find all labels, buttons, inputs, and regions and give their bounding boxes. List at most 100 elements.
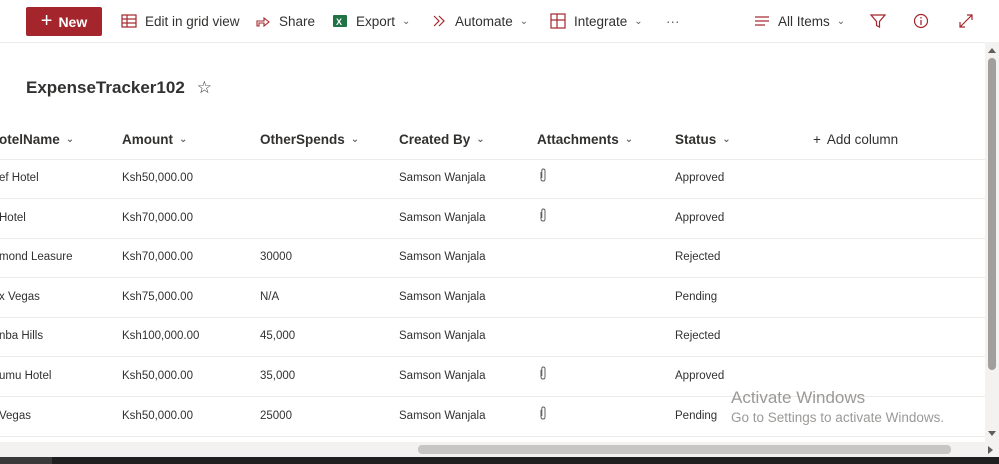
column-header-otherspends[interactable]: OtherSpends ⌄: [260, 132, 359, 147]
taskbar: [0, 457, 999, 464]
cell-hotel[interactable]: Hotel: [0, 212, 26, 224]
cell-created-by: Samson Wanjala: [399, 172, 486, 184]
activate-windows-subtitle: Go to Settings to activate Windows.: [731, 410, 945, 425]
cell-other: 45,000: [260, 330, 296, 343]
plus-icon: +: [813, 132, 821, 147]
cell-hotel[interactable]: ef Hotel: [0, 172, 39, 184]
cell-status: Approved: [675, 172, 725, 184]
chevron-down-icon: ⌄: [179, 134, 188, 145]
table-row[interactable]: nba Hills Ksh100,000.00 45,000 Samson Wanja…: [0, 317, 985, 358]
paperclip-icon[interactable]: [539, 366, 547, 385]
cell-hotel[interactable]: Vegas: [0, 410, 31, 422]
cell-amount: Ksh50,000.00: [122, 172, 193, 184]
info-icon: [912, 12, 930, 30]
table-row[interactable]: Hotel Ksh70,000.00 Samson Wanjala Approved: [0, 199, 985, 239]
more-icon: ···: [666, 13, 680, 29]
table-row[interactable]: mond Leasure Ksh70,000.00 30000 Samson Wanj…: [0, 238, 985, 279]
edit-grid-view-button[interactable]: Edit in grid view: [120, 11, 240, 31]
add-column-button[interactable]: + Add column: [813, 132, 898, 147]
chevron-down-icon: ⌄: [350, 134, 360, 145]
scroll-down-icon[interactable]: [988, 431, 996, 436]
chevron-down-icon: ⌄: [836, 15, 846, 27]
cell-amount: Ksh100,000.00: [122, 330, 200, 343]
view-selector[interactable]: All Items ⌄: [753, 11, 845, 31]
paperclip-icon[interactable]: [539, 208, 547, 227]
chevron-down-icon: ⌄: [476, 134, 485, 145]
cell-created-by: Samson Wanjala: [399, 409, 486, 422]
column-header-label: otelName: [0, 132, 60, 147]
expand-button[interactable]: [957, 11, 975, 31]
cell-created-by: Samson Wanjala: [399, 290, 486, 303]
cell-hotel[interactable]: umu Hotel: [0, 370, 51, 382]
list-icon: [753, 12, 771, 30]
paperclip-icon[interactable]: [539, 406, 547, 425]
column-header-label: OtherSpends: [260, 132, 345, 147]
vertical-scroll-thumb[interactable]: [988, 58, 996, 370]
chevron-down-icon: ⌄: [402, 15, 411, 27]
cell-hotel[interactable]: nba Hills: [0, 330, 43, 342]
grid-icon: [120, 12, 138, 30]
column-header-hotelname[interactable]: otelName ⌄: [0, 132, 74, 147]
column-header-status[interactable]: Status ⌄: [675, 132, 731, 147]
cell-amount: Ksh70,000.00: [122, 251, 193, 264]
cell-other: 25000: [260, 409, 292, 422]
column-header-label: Created By: [399, 132, 471, 147]
filter-icon: [869, 12, 887, 30]
add-column-label: Add column: [826, 132, 899, 147]
view-label: All Items: [778, 13, 830, 29]
cell-other: 35,000: [260, 370, 296, 382]
column-header-label: Attachments: [537, 132, 619, 147]
paperclip-icon[interactable]: [539, 168, 547, 187]
expand-icon: [957, 12, 975, 30]
cell-status: Approved: [675, 211, 725, 224]
plus-icon: +: [40, 9, 53, 32]
cell-status: Pending: [675, 290, 718, 303]
new-button-label: New: [58, 13, 88, 30]
scroll-right-icon[interactable]: [988, 446, 993, 454]
cell-hotel[interactable]: mond Leasure: [0, 251, 73, 263]
cell-status: Rejected: [675, 330, 721, 343]
export-label: Export: [356, 13, 396, 29]
share-icon: [254, 12, 272, 30]
favorite-star-icon[interactable]: ☆: [197, 78, 212, 98]
table-row[interactable]: ef Hotel Ksh50,000.00 Samson Wanjala Approv…: [0, 159, 985, 199]
cell-other: N/A: [260, 290, 280, 303]
chevron-down-icon: ⌄: [624, 134, 634, 145]
cell-amount: Ksh75,000.00: [122, 290, 193, 303]
cell-amount: Ksh70,000.00: [122, 211, 193, 224]
integrate-button[interactable]: Integrate ⌄: [549, 11, 643, 31]
chevron-down-icon: ⌄: [722, 134, 731, 145]
svg-text:X: X: [336, 17, 342, 27]
column-header-created-by[interactable]: Created By ⌄: [399, 132, 485, 147]
chevron-down-icon: ⌄: [519, 15, 529, 27]
filter-button[interactable]: [869, 11, 887, 31]
share-label: Share: [279, 13, 316, 29]
new-button[interactable]: + New: [26, 7, 102, 36]
more-options-button[interactable]: ···: [666, 11, 680, 31]
table-row[interactable]: x Vegas Ksh75,000.00 N/A Samson Wanjala Pend…: [0, 278, 985, 318]
share-button[interactable]: Share: [254, 11, 315, 31]
automate-icon: [430, 12, 448, 30]
cell-other: 30000: [260, 251, 292, 264]
vertical-scrollbar[interactable]: [985, 42, 999, 442]
cell-status: Rejected: [675, 251, 721, 264]
cell-created-by: Samson Wanjala: [399, 211, 486, 224]
column-header-label: Status: [675, 132, 717, 147]
horizontal-scroll-thumb[interactable]: [418, 445, 951, 454]
scroll-up-icon[interactable]: [988, 48, 996, 53]
export-button[interactable]: X Export ⌄: [331, 11, 410, 31]
taskbar-item[interactable]: [0, 457, 52, 464]
cell-amount: Ksh50,000.00: [122, 370, 193, 382]
column-header-amount[interactable]: Amount ⌄: [122, 132, 187, 147]
cell-created-by: Samson Wanjala: [399, 370, 486, 382]
cell-amount: Ksh50,000.00: [122, 409, 193, 422]
integrate-icon: [549, 12, 567, 30]
table-header: otelName ⌄ Amount ⌄ OtherSpends ⌄ Create…: [0, 122, 985, 160]
info-button[interactable]: [912, 11, 930, 31]
column-header-attachments[interactable]: Attachments ⌄: [537, 132, 633, 147]
cell-created-by: Samson Wanjala: [399, 330, 486, 343]
horizontal-scrollbar[interactable]: [0, 442, 999, 457]
cell-hotel[interactable]: x Vegas: [0, 291, 40, 303]
automate-button[interactable]: Automate ⌄: [430, 11, 528, 31]
command-bar: + New Edit in grid view Share X Export ⌄…: [0, 0, 999, 43]
